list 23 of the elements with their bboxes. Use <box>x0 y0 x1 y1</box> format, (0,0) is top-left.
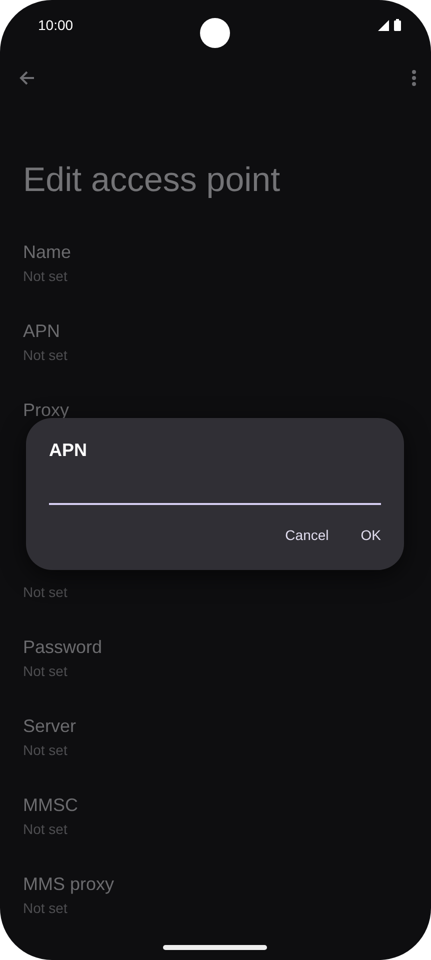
dialog-button[interactable]: Cancel <box>275 521 339 549</box>
setting-label: Proxy <box>23 399 70 422</box>
setting-label: Password <box>23 636 102 659</box>
setting-value: Not set <box>23 662 68 681</box>
battery-icon <box>394 19 401 31</box>
setting-value: Not set <box>23 267 68 286</box>
setting-value: Not set <box>23 899 68 918</box>
dialog-title: APN <box>49 439 88 462</box>
setting-value: Not set <box>23 820 68 839</box>
dialog-button[interactable]: OK <box>350 521 391 549</box>
setting-value: Not set <box>23 346 68 365</box>
setting-label: APN <box>23 320 60 343</box>
setting-value: Not set <box>23 741 68 760</box>
setting-label: Server <box>23 715 76 738</box>
setting-label: MMSC <box>23 794 78 817</box>
status-time: 10:00 <box>38 17 74 33</box>
setting-value: Not set <box>23 583 68 602</box>
signal-icon <box>378 20 389 30</box>
setting-label: Name <box>23 241 72 264</box>
more-options-icon[interactable] <box>411 69 417 87</box>
camera-cutout <box>200 18 230 48</box>
page-title: Edit access point <box>23 160 280 200</box>
setting-label: MMS proxy <box>23 873 114 896</box>
